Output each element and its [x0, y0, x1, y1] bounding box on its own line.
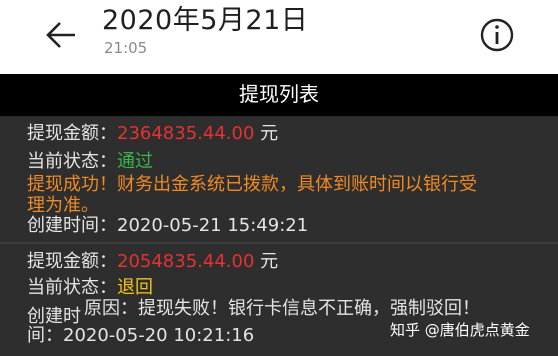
top-app-bar: 2020年5月21日 21:05 — [0, 0, 558, 74]
status-row: 当前状态：退回 — [27, 277, 153, 299]
status-row: 当前状态：通过 — [27, 151, 153, 173]
status-message: 提现成功！财务出金系统已拨款，具体到账时间以银行受 — [27, 174, 477, 195]
info-circle-icon[interactable] — [479, 17, 515, 53]
created-time: 2020-05-20 10:21:16 — [63, 325, 255, 346]
status-badge: 通过 — [117, 151, 153, 172]
created-row: 间：2020-05-20 10:21:16 — [27, 325, 254, 347]
reject-reason: 原因：提现失败！银行卡信息不正确，强制驳回！ — [84, 298, 480, 319]
created-row: 创建时间：2020-05-21 15:49:21 — [27, 215, 308, 237]
time-subtitle: 21:05 — [104, 39, 148, 57]
watermark: 知乎 @唐伯虎点黄金 — [390, 321, 530, 339]
amount-value: 2364835.44.00 — [117, 123, 255, 144]
amount-value: 2054835.44.00 — [117, 251, 255, 272]
date-title: 2020年5月21日 — [102, 5, 309, 36]
page-title: 提现列表 — [239, 82, 319, 106]
amount-row: 提现金额：2054835.44.00 元 — [27, 251, 278, 273]
status-message-cont: 理为准。 — [27, 195, 99, 216]
amount-unit: 元 — [260, 251, 279, 272]
page-title-bar: 提现列表 — [0, 74, 558, 116]
status-label: 当前状态： — [27, 151, 117, 172]
amount-label: 提现金额： — [27, 123, 117, 144]
amount-row: 提现金额：2364835.44.00 元 — [27, 123, 278, 145]
amount-label: 提现金额： — [27, 251, 117, 272]
amount-unit: 元 — [260, 123, 279, 144]
withdrawal-record: 提现金额：2364835.44.00 元 当前状态：通过 提现成功！财务出金系统… — [0, 118, 558, 242]
status-badge: 退回 — [117, 277, 153, 298]
status-label: 当前状态： — [27, 277, 117, 298]
arrow-left-icon[interactable] — [44, 20, 78, 50]
created-label-end: 间： — [27, 325, 63, 346]
created-label: 创建时间： — [27, 215, 117, 236]
created-time: 2020-05-21 15:49:21 — [117, 215, 309, 236]
